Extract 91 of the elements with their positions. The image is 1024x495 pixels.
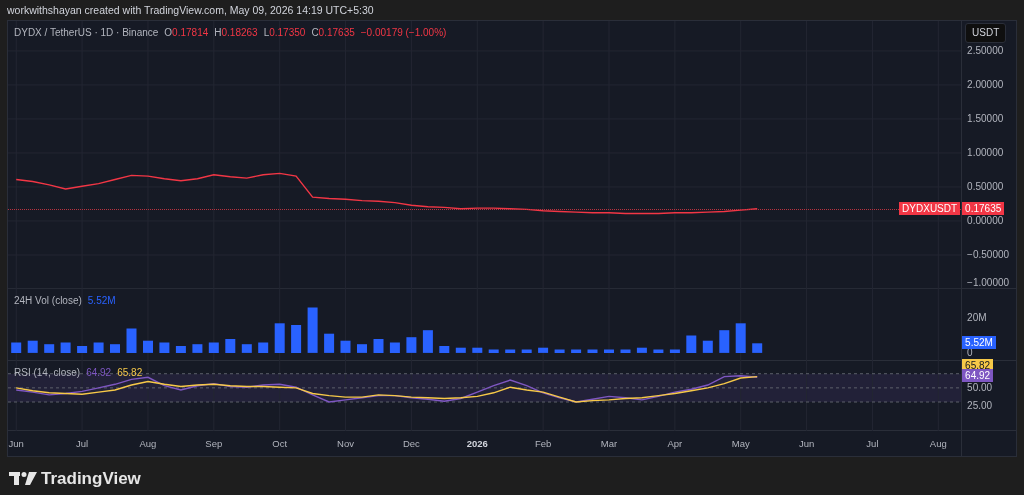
time-label: Sep [205, 437, 223, 451]
credit-text: workwithshayan created with TradingView.com, May 09, 2026 14:19 UTC+5:30 [6, 3, 375, 18]
volume-bar [587, 349, 598, 353]
volume-bar [472, 347, 483, 353]
time-label: Jun [8, 437, 24, 451]
volume-bar [143, 340, 153, 353]
volume-bar [439, 346, 450, 353]
volume-title: 24H Vol (close) [14, 294, 82, 308]
symbol-tag: DYDXUSDT [899, 201, 961, 215]
time-label: Apr [667, 437, 683, 451]
axis-label: 2.00000 [967, 78, 1004, 91]
change-value: −0.00179 (−1.00%) [360, 26, 447, 40]
close-value: C0.17635 [311, 26, 355, 40]
volume-bar [422, 330, 433, 353]
time-label: Jul [866, 437, 879, 451]
volume-bar [752, 343, 763, 353]
rsi-tag: 64.92 [962, 368, 994, 382]
time-label: May [731, 437, 750, 451]
volume-bar [27, 340, 38, 353]
volume-bar [258, 342, 269, 353]
symbol-title: DYDX / TetherUS · 1D · Binance [14, 26, 159, 40]
time-label: Mar [600, 437, 618, 451]
high-value: H0.18263 [214, 26, 258, 40]
axis-label: 2.50000 [967, 44, 1004, 57]
rsi-title: RSI (14, close) [14, 366, 81, 380]
volume-bar [488, 349, 499, 353]
volume-bar [521, 349, 532, 353]
volume-bar [225, 339, 236, 353]
rsi-value: 65.82 [117, 366, 143, 380]
volume-bar [505, 349, 516, 353]
axis-label: 0.00000 [967, 214, 1004, 227]
axis-label: 1.00000 [967, 146, 1004, 159]
volume-bar [340, 340, 351, 353]
volume-bar [93, 342, 104, 353]
volume-bar [274, 323, 285, 353]
volume-bar [192, 344, 203, 353]
volume-bar [719, 330, 730, 353]
time-label: Jun [798, 437, 815, 451]
logo-icon [9, 472, 37, 486]
time-label: Oct [272, 437, 288, 451]
time-label: Jul [76, 437, 89, 451]
axis-label: 20M [967, 312, 987, 324]
volume-tag: 5.52M [962, 336, 996, 350]
volume-bar [538, 347, 549, 353]
volume-bar [241, 344, 252, 353]
volume-bar [389, 342, 400, 353]
price-tag: 0.17635 [962, 201, 1005, 215]
volume-bar [60, 342, 71, 353]
volume-bar [735, 323, 746, 353]
axis-label: 1.50000 [967, 112, 1004, 125]
volume-bar [11, 342, 22, 353]
currency-button[interactable]: USDT [965, 23, 1007, 43]
time-label: Nov [337, 437, 354, 451]
volume-bar [702, 340, 713, 353]
axis-label: −0.50000 [967, 249, 1010, 261]
volume-bar [208, 342, 219, 353]
volume-bar [44, 344, 55, 353]
volume-bar [175, 346, 186, 353]
volume-bar [373, 339, 384, 353]
brand-name: TradingView [41, 468, 141, 490]
volume-bar [455, 347, 466, 353]
volume-bar [307, 307, 318, 353]
volume-bar [159, 342, 170, 353]
low-value: L0.17350 [263, 26, 306, 40]
time-label: Aug [139, 437, 157, 451]
axis-label: 50.00 [967, 381, 993, 394]
axis-label: 25.00 [967, 399, 993, 412]
volume-bar [686, 335, 697, 353]
volume-bar [406, 337, 417, 353]
volume-bar [604, 349, 614, 353]
volume-bar [554, 349, 565, 353]
volume-bar [669, 349, 680, 353]
volume-value: 5.52M [87, 294, 116, 308]
volume-bar [571, 349, 582, 353]
time-label: 2026 [466, 437, 488, 451]
volume-bar [126, 328, 137, 353]
volume-bar [357, 344, 367, 353]
axis-label: −1.00000 [967, 277, 1010, 289]
open-value: O0.17814 [164, 26, 209, 40]
rsi-value: 64.92 [86, 366, 112, 380]
time-label: Dec [402, 437, 420, 451]
volume-bar [653, 349, 664, 353]
volume-bar [620, 349, 631, 353]
volume-bar [77, 346, 88, 353]
volume-bar [636, 347, 647, 353]
time-label: Feb [534, 437, 552, 451]
volume-bar [291, 325, 302, 353]
time-label: Aug [929, 437, 947, 451]
axis-label: 0.50000 [967, 180, 1004, 193]
volume-bar [110, 344, 120, 353]
volume-bar [324, 333, 335, 353]
